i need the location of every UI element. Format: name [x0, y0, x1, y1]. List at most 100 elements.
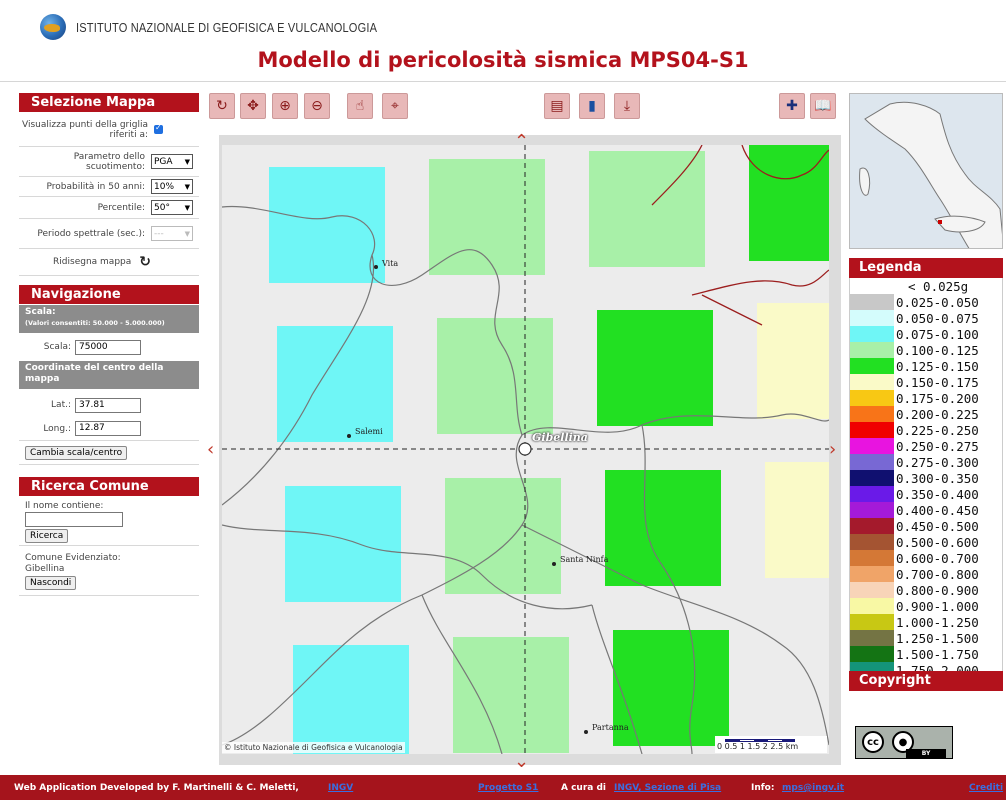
pan-south-arrow[interactable]: ⌄ — [514, 753, 529, 771]
show-points-label: Visualizza punti della griglia riferiti … — [22, 119, 148, 140]
comune-search-input[interactable] — [25, 512, 123, 527]
legend-swatch — [850, 422, 894, 438]
legend-swatch — [850, 550, 894, 566]
legend-item: 0.225-0.250 — [850, 422, 1002, 438]
pan-west-arrow[interactable]: ‹ — [207, 441, 214, 459]
bar-chart-button[interactable]: ▮ — [579, 93, 605, 119]
pdf-icon: ⤓ — [623, 98, 631, 114]
probabilita-row: Probabilità in 50 anni: 10% ▼ — [19, 177, 199, 197]
refresh-icon[interactable]: ↻ — [139, 254, 151, 270]
scala-header: Scala: (Valori consentiti: 50.000 - 5.00… — [19, 305, 199, 333]
legend-swatch — [850, 358, 894, 374]
percentile-select[interactable]: 50° ▼ — [151, 200, 193, 215]
scala-input[interactable]: 75000 — [75, 339, 141, 355]
copyright-header: Copyright — [849, 671, 1003, 691]
ingv-link[interactable]: INGV — [328, 783, 353, 793]
percentile-value: 50° — [154, 202, 170, 213]
map-boundaries — [222, 145, 829, 754]
cc-by-license-badge[interactable]: cc ● BY — [855, 726, 953, 759]
legend-label: 0.500-0.600 — [896, 534, 979, 550]
place-dot-partanna — [584, 730, 588, 734]
highlighted-value: Gibellina — [25, 564, 65, 574]
probabilita-value: 10% — [154, 181, 175, 192]
pan-button[interactable]: ✥ — [240, 93, 266, 119]
ridisegna-row[interactable]: Ridisegna mappa ↻ — [19, 249, 199, 276]
zoom-extent-button[interactable]: ⌖ — [382, 93, 408, 119]
page-title: Modello di pericolosità sismica MPS04-S1 — [257, 48, 749, 72]
zoom-in-button[interactable]: ⊕ — [272, 93, 298, 119]
bar-chart-icon: ▮ — [588, 98, 596, 114]
globe-logo-icon — [40, 14, 66, 40]
scala-header-label: Scala: — [25, 307, 56, 317]
progetto-s1-link[interactable]: Progetto S1 — [478, 783, 538, 793]
long-input[interactable]: 12.87 — [75, 421, 141, 436]
book-button[interactable]: 📖 — [810, 93, 836, 119]
place-label-vita: Vita — [382, 259, 399, 268]
nascondi-button[interactable]: Nascondi — [25, 576, 77, 590]
legend-item: 0.050-0.075 — [850, 310, 1002, 326]
legend-label: 0.275-0.300 — [896, 454, 979, 470]
percentile-label: Percentile: — [97, 202, 145, 213]
ingv-pisa-link[interactable]: INGV, Sezione di Pisa — [614, 783, 721, 793]
probabilita-select[interactable]: 10% ▼ — [151, 179, 193, 194]
hand-button[interactable]: ☝ — [347, 93, 373, 119]
legend-swatch — [850, 342, 894, 358]
map-report-button[interactable]: ▤ — [544, 93, 570, 119]
cc-icon: cc — [862, 731, 884, 753]
pdf-button[interactable]: ⤓ — [614, 93, 640, 119]
legend-label: 0.025-0.050 — [896, 294, 979, 310]
legend-label: 0.700-0.800 — [896, 566, 979, 582]
english-language-button[interactable]: ✚ — [779, 93, 805, 119]
zoom-extent-icon: ⌖ — [391, 98, 399, 114]
legend-swatch — [850, 598, 894, 614]
info-email-link[interactable]: mps@ingv.it — [782, 783, 844, 793]
legend-swatch — [850, 326, 894, 342]
place-dot-salemi — [347, 434, 351, 438]
legend-item: 0.150-0.175 — [850, 374, 1002, 390]
legend-item: 0.275-0.300 — [850, 454, 1002, 470]
pan-east-arrow[interactable]: › — [829, 441, 836, 459]
show-points-checkbox[interactable] — [154, 123, 163, 134]
parametro-label: Parametro dello scuotimento: — [73, 151, 145, 172]
highlighted-label: Comune Evidenziato: — [25, 553, 121, 563]
scale-bar-text: 0 0.5 1 1.5 2 2.5 km — [717, 742, 799, 751]
map-report-icon: ▤ — [550, 98, 564, 114]
legend-label: 0.075-0.100 — [896, 326, 979, 342]
institute-name: ISTITUTO NAZIONALE DI GEOFISICA E VULCAN… — [76, 19, 378, 35]
legend-item: 0.300-0.350 — [850, 470, 1002, 486]
legend-item: 0.250-0.275 — [850, 438, 1002, 454]
legend-swatch — [850, 614, 894, 630]
chevron-down-icon: ▼ — [184, 157, 190, 166]
parametro-select[interactable]: PGA ▼ — [151, 154, 193, 169]
legend-swatch — [850, 374, 894, 390]
cambia-scala-centro-button[interactable]: Cambia scala/centro — [25, 445, 128, 460]
parametro-row: Parametro dello scuotimento: PGA ▼ — [19, 147, 199, 177]
refresh-map-button[interactable]: ↻ — [209, 93, 235, 119]
a-cura-di-text: A cura di — [561, 783, 607, 793]
legend-label: 0.050-0.075 — [896, 310, 979, 326]
probabilita-label: Probabilità in 50 anni: — [46, 181, 145, 192]
legend-swatch — [850, 454, 894, 470]
crediti-link[interactable]: Crediti — [969, 783, 1003, 793]
overview-minimap[interactable] — [849, 93, 1003, 249]
info-text: Info: — [751, 783, 775, 793]
italy-outline — [859, 101, 1002, 248]
lat-input[interactable]: 37.81 — [75, 397, 141, 413]
hazard-map[interactable]: Vita Salemi Gibellina Santa Ninfa Partan… — [222, 145, 829, 754]
legend-label: 0.200-0.225 — [896, 406, 979, 422]
legend-item: 0.900-1.000 — [850, 598, 1002, 614]
coord-header: Coordinate del centro della mappa — [19, 361, 199, 389]
periodo-row: Periodo spettrale (sec.): --- ▼ — [19, 219, 199, 249]
ricerca-button[interactable]: Ricerca — [25, 529, 69, 543]
periodo-select[interactable]: --- ▼ — [151, 226, 193, 241]
legend-item: 0.125-0.150 — [850, 358, 1002, 374]
legend-label: 0.400-0.450 — [896, 502, 979, 518]
legend-swatch — [850, 278, 894, 294]
zoom-out-button[interactable]: ⊖ — [304, 93, 330, 119]
legend-swatch — [850, 534, 894, 550]
legend-item: 1.500-1.750 — [850, 646, 1002, 662]
legend-swatch — [850, 486, 894, 502]
parametro-value: PGA — [154, 156, 173, 167]
legend-label: 0.800-0.900 — [896, 582, 979, 598]
ricerca-comune-header: Ricerca Comune — [19, 477, 199, 496]
